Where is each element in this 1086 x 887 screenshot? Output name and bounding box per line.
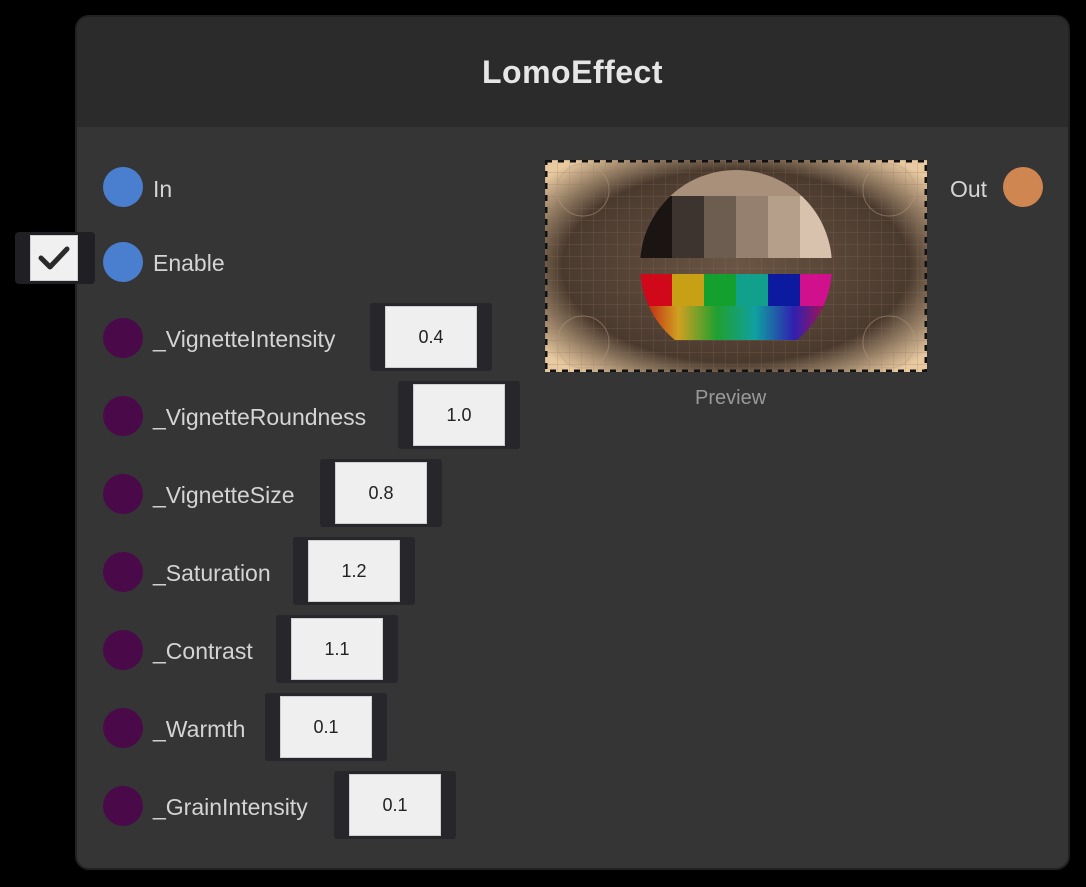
contrast-field-frame: 1.1: [276, 615, 398, 683]
gray-step: [736, 196, 769, 258]
saturation-port[interactable]: [103, 552, 143, 592]
gray-step: [768, 196, 801, 258]
vignette-intensity-field-frame: 0.4: [370, 303, 492, 371]
vignette-roundness-input[interactable]: 1.0: [413, 384, 505, 446]
gray-step: [672, 196, 705, 258]
grain-intensity-field-frame: 0.1: [334, 771, 456, 839]
vignette-roundness-field-frame: 1.0: [398, 381, 520, 449]
in-port[interactable]: [103, 167, 143, 207]
grain-intensity-input[interactable]: 0.1: [349, 774, 441, 836]
grain-intensity-label: _GrainIntensity: [153, 794, 308, 820]
warmth-label: _Warmth: [153, 716, 246, 742]
color-bar: [704, 274, 737, 306]
saturation-label: _Saturation: [153, 560, 271, 586]
preview-caption: Preview: [695, 387, 767, 409]
warmth-input[interactable]: 0.1: [280, 696, 372, 758]
test-pattern-image: [545, 160, 927, 372]
enable-checkbox[interactable]: [30, 235, 78, 281]
contrast-port[interactable]: [103, 630, 143, 670]
vignette-size-field-frame: 0.8: [320, 459, 442, 527]
warmth-field-frame: 0.1: [265, 693, 387, 761]
in-label: In: [153, 176, 173, 202]
preview-image: [545, 160, 927, 372]
color-bar: [672, 274, 705, 306]
node-title: LomoEffect: [482, 53, 663, 90]
node-header[interactable]: LomoEffect: [77, 17, 1068, 127]
saturation-field-frame: 1.2: [293, 537, 415, 605]
grain-intensity-port[interactable]: [103, 786, 143, 826]
contrast-label: _Contrast: [153, 638, 253, 664]
out-label: Out: [950, 176, 988, 202]
vignette-intensity-input[interactable]: 0.4: [385, 306, 477, 368]
vignette-size-port[interactable]: [103, 474, 143, 514]
vignette-size-label: _VignetteSize: [153, 482, 295, 508]
vignette-intensity-port[interactable]: [103, 318, 143, 358]
contrast-input[interactable]: 1.1: [291, 618, 383, 680]
vignette-roundness-label: _VignetteRoundness: [153, 404, 367, 430]
vignette-size-input[interactable]: 0.8: [335, 462, 427, 524]
warmth-port[interactable]: [103, 708, 143, 748]
checkmark-icon: [38, 246, 70, 270]
enable-label: Enable: [153, 250, 225, 276]
color-bar: [736, 274, 769, 306]
enable-checkbox-frame: [15, 232, 95, 284]
out-port[interactable]: [1003, 167, 1043, 207]
vignette-intensity-label: _VignetteIntensity: [153, 326, 336, 352]
color-bar: [768, 274, 801, 306]
saturation-input[interactable]: 1.2: [308, 540, 400, 602]
gray-step: [704, 196, 737, 258]
vignette-roundness-port[interactable]: [103, 396, 143, 436]
enable-port[interactable]: [103, 242, 143, 282]
